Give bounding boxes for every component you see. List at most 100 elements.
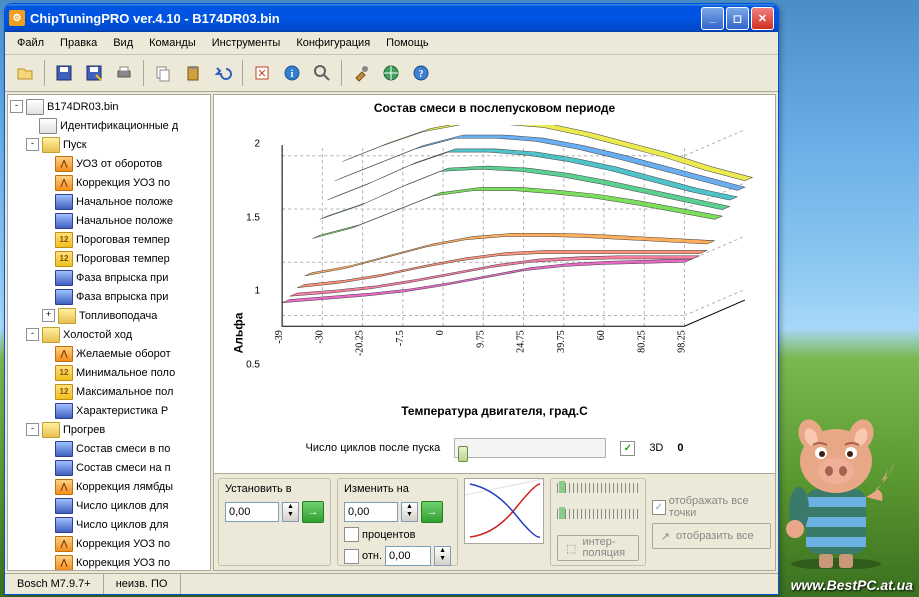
tree-item[interactable]: Число циклов для	[10, 496, 208, 515]
tree-item[interactable]: Число циклов для	[10, 515, 208, 534]
tree-item[interactable]: -Пуск	[10, 135, 208, 154]
3d-checkbox[interactable]: ✓	[620, 441, 635, 456]
change-spinner[interactable]: ▲▼	[401, 502, 418, 522]
tree-view[interactable]: -B174DR03.binИдентификационные д-Пуск⋀УО…	[8, 95, 210, 570]
svg-text:?: ?	[419, 69, 424, 80]
tree-item[interactable]: ⋀УОЗ от оборотов	[10, 154, 208, 173]
window-title: ChipTuningPRO ver.4.10 - B174DR03.bin	[30, 11, 280, 26]
tree-item[interactable]: ⋀Желаемые оборот	[10, 344, 208, 363]
tree-panel: -B174DR03.binИдентификационные д-Пуск⋀УО…	[7, 94, 211, 571]
tree-item[interactable]: Состав смеси на п	[10, 458, 208, 477]
maximize-button[interactable]: ◻	[726, 7, 749, 30]
svg-text:39.75: 39.75	[556, 330, 567, 353]
status-sw: неизв. ПО	[104, 574, 181, 594]
tree-item[interactable]: Состав смеси в по	[10, 439, 208, 458]
tree-item[interactable]: 12Максимальное пол	[10, 382, 208, 401]
close-button[interactable]: ✕	[751, 7, 774, 30]
tree-item[interactable]: -Прогрев	[10, 420, 208, 439]
set-apply-button[interactable]: →	[302, 501, 324, 523]
print-icon[interactable]	[110, 59, 138, 87]
svg-text:-39: -39	[274, 330, 285, 343]
control-bar: Установить в ▲▼ → Изменить на ▲▼ →	[214, 473, 775, 570]
tree-item[interactable]: ⋀Коррекция УОЗ по	[10, 553, 208, 570]
tree-item[interactable]: 12Пороговая темпер	[10, 230, 208, 249]
tree-item[interactable]: Фаза впрыска при	[10, 268, 208, 287]
tree-item[interactable]: Идентификационные д	[10, 116, 208, 135]
rel-value-input[interactable]	[385, 546, 431, 566]
svg-text:-20.25: -20.25	[355, 330, 366, 356]
menu-Файл[interactable]: Файл	[9, 34, 52, 52]
tree-item[interactable]: Характеристика Р	[10, 401, 208, 420]
status-ecu: Bosch M7.9.7+	[5, 574, 104, 594]
change-group: Изменить на ▲▼ → процентов отн. ▲▼	[337, 478, 458, 566]
show-all-points-label: отображать все точки	[669, 495, 771, 519]
show-all-button[interactable]: ↗отобразить все	[652, 523, 771, 549]
mini-slider-2[interactable]	[557, 509, 639, 519]
surface-plot[interactable]: -39-30-20.25-7.509.7524.7539.756080.2598…	[262, 125, 765, 356]
rel-spinner[interactable]: ▲▼	[434, 546, 451, 566]
menu-Помощь[interactable]: Помощь	[378, 34, 437, 52]
percent-label: процентов	[362, 529, 415, 541]
tree-item[interactable]: Начальное положе	[10, 192, 208, 211]
tree-item[interactable]: 12Минимальное поло	[10, 363, 208, 382]
menu-Инструменты[interactable]: Инструменты	[204, 34, 289, 52]
tree-item[interactable]: ⋀Коррекция лямбды	[10, 477, 208, 496]
save-as-icon[interactable]	[80, 59, 108, 87]
read-ecu-icon[interactable]	[248, 59, 276, 87]
chart-title: Состав смеси в послепусковом периоде	[214, 95, 775, 117]
change-apply-button[interactable]: →	[421, 501, 443, 523]
paste-icon[interactable]	[179, 59, 207, 87]
tree-item[interactable]: -Холостой ход	[10, 325, 208, 344]
menu-Правка[interactable]: Правка	[52, 34, 105, 52]
toolbar: i ?	[5, 55, 778, 92]
search-icon[interactable]	[308, 59, 336, 87]
show-all-points-checkbox[interactable]: ✓	[652, 500, 666, 515]
tree-item[interactable]: ⋀Коррекция УОЗ по	[10, 173, 208, 192]
tree-item[interactable]: 12Пороговая темпер	[10, 249, 208, 268]
tools-icon[interactable]	[347, 59, 375, 87]
set-group: Установить в ▲▼ →	[218, 478, 331, 566]
tree-item[interactable]: Фаза впрыска при	[10, 287, 208, 306]
x-axis-label: Температура двигателя, град.С	[214, 404, 775, 418]
titlebar[interactable]: ⚙ ChipTuningPRO ver.4.10 - B174DR03.bin …	[5, 4, 778, 32]
tree-item[interactable]: +Топливоподача	[10, 306, 208, 325]
svg-text:-7.5: -7.5	[395, 330, 406, 346]
menu-Команды[interactable]: Команды	[141, 34, 204, 52]
3d-value: 0	[677, 442, 683, 454]
percent-checkbox[interactable]	[344, 527, 359, 542]
svg-text:24.75: 24.75	[516, 330, 527, 353]
slider-label: Число циклов после пуска	[306, 442, 441, 454]
tree-root[interactable]: -B174DR03.bin	[10, 97, 208, 116]
network-icon[interactable]	[377, 59, 405, 87]
menu-Вид[interactable]: Вид	[105, 34, 141, 52]
relative-checkbox[interactable]	[344, 549, 359, 564]
z-slider[interactable]	[454, 438, 606, 458]
3d-label: 3D	[649, 442, 663, 454]
statusbar: Bosch M7.9.7+ неизв. ПО	[5, 573, 778, 594]
copy-icon[interactable]	[149, 59, 177, 87]
desktop-mascot-icon[interactable]	[771, 409, 901, 569]
svg-text:i: i	[291, 69, 294, 80]
open-icon[interactable]	[11, 59, 39, 87]
change-label: Изменить на	[344, 483, 451, 495]
info-icon[interactable]: i	[278, 59, 306, 87]
chart-area: Состав смеси в послепусковом периоде Аль…	[213, 94, 776, 571]
mini-slider-1[interactable]	[557, 483, 639, 493]
app-window: ⚙ ChipTuningPRO ver.4.10 - B174DR03.bin …	[4, 3, 779, 595]
set-spinner[interactable]: ▲▼	[282, 502, 299, 522]
save-icon[interactable]	[50, 59, 78, 87]
tree-item[interactable]: ⋀Коррекция УОЗ по	[10, 534, 208, 553]
undo-icon[interactable]	[209, 59, 237, 87]
menu-Конфигурация[interactable]: Конфигурация	[288, 34, 378, 52]
interpolation-button[interactable]: ⬚интер- поляция	[557, 535, 639, 561]
help-icon[interactable]: ?	[407, 59, 435, 87]
preview-curve	[464, 478, 544, 544]
svg-text:9.75: 9.75	[475, 330, 486, 348]
rel-label: отн.	[362, 550, 382, 562]
svg-text:60: 60	[596, 330, 607, 340]
tree-item[interactable]: Начальное положе	[10, 211, 208, 230]
app-icon: ⚙	[9, 10, 25, 26]
set-value-input[interactable]	[225, 502, 279, 522]
minimize-button[interactable]: _	[701, 7, 724, 30]
change-value-input[interactable]	[344, 502, 398, 522]
